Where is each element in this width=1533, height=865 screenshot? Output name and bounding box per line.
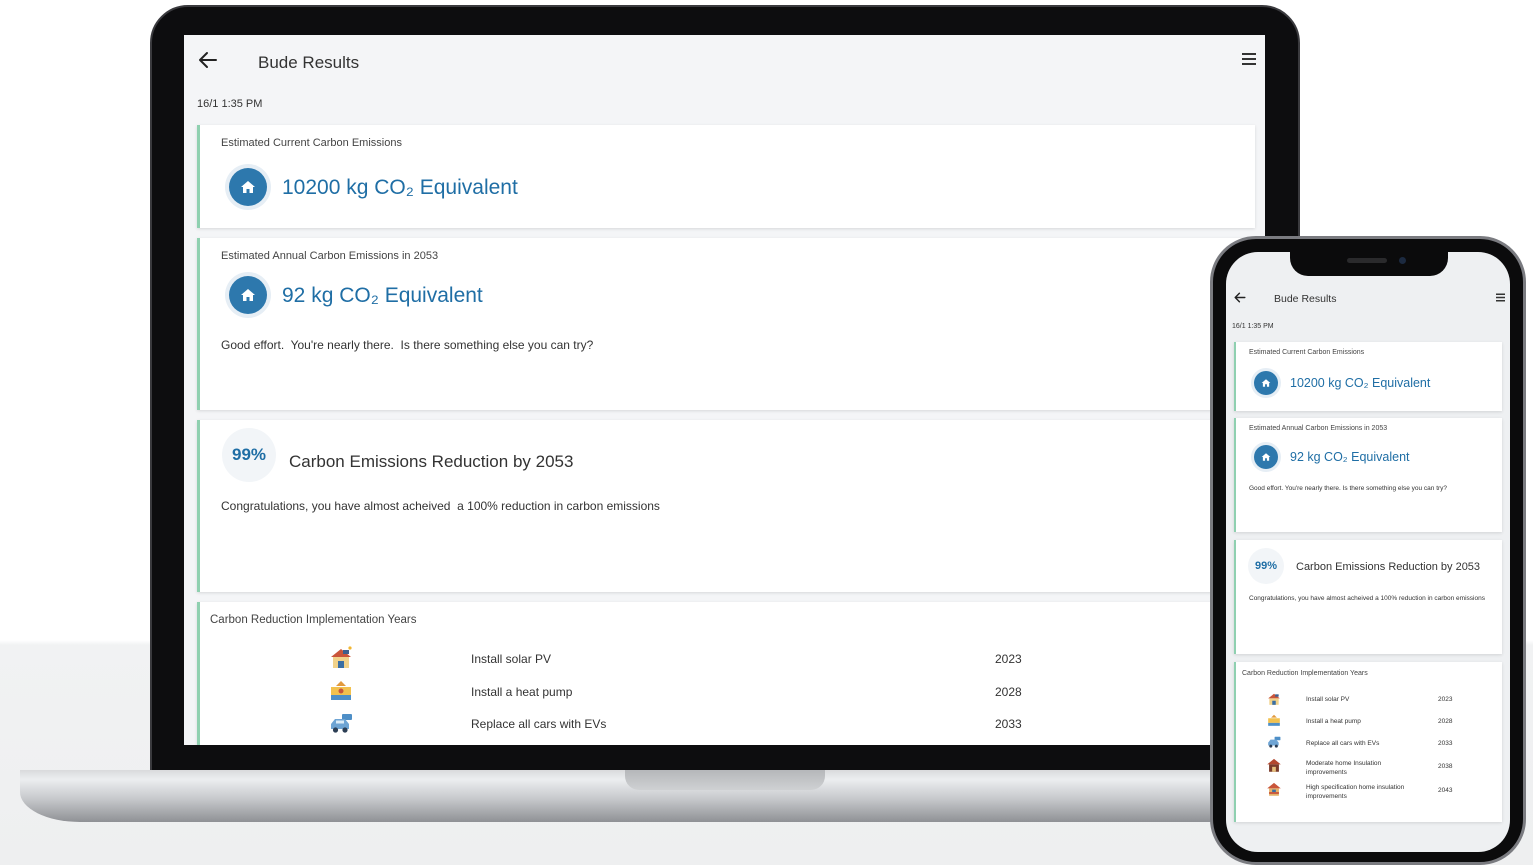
page-title: Bude Results — [1274, 293, 1337, 305]
annual-emissions-card: Estimated Annual Carbon Emissions in 205… — [197, 238, 1265, 410]
impl-action-4: Moderate home Insulation improvements — [1306, 760, 1382, 776]
reduction-card: 99% Carbon Emissions Reduction by 2053 C… — [1234, 540, 1502, 654]
current-emissions-label: Estimated Current Carbon Emissions — [221, 137, 402, 149]
result-timestamp: 16/1 1:35 PM — [197, 98, 263, 110]
insulated-house-icon — [336, 738, 348, 745]
impl-year-5: 2043 — [1438, 787, 1453, 794]
page-title: Bude Results — [258, 53, 360, 72]
impl-action-1: Install solar PV — [471, 652, 552, 666]
annual-emissions-label: Estimated Annual Carbon Emissions in 205… — [221, 250, 439, 262]
solar-house-icon — [328, 646, 354, 675]
reduction-card: 99% Carbon Emissions Reduction by 2053 C… — [197, 420, 1265, 592]
solar-house-icon — [1266, 692, 1282, 711]
hamburger-menu-icon[interactable] — [1241, 52, 1257, 66]
annual-emissions-card: Estimated Annual Carbon Emissions in 205… — [1234, 418, 1502, 532]
impl-action-2: Install a heat pump — [1306, 718, 1361, 725]
current-emissions-card: Estimated Current Carbon Emissions 10200… — [197, 125, 1255, 228]
laptop-screen: Bude Results 16/1 1:35 PM Estimated Curr… — [184, 35, 1265, 745]
impl-action-5: High specification home insulation impro… — [1306, 784, 1405, 800]
house-icon — [1254, 445, 1278, 469]
laptop-hinge-notch — [625, 770, 825, 790]
back-arrow-icon[interactable] — [1234, 292, 1246, 303]
current-emissions-card: Estimated Current Carbon Emissions 10200… — [1234, 342, 1502, 411]
hamburger-menu-icon[interactable] — [1495, 293, 1506, 302]
impl-year-2: 2028 — [1438, 718, 1453, 725]
reduction-percent-badge: 99% — [1248, 548, 1284, 584]
impl-year-4: 2038 — [1438, 763, 1453, 770]
implementation-title: Carbon Reduction Implementation Years — [1242, 670, 1368, 677]
impl-year-1: 2023 — [1438, 696, 1453, 703]
reduction-title: Carbon Emissions Reduction by 2053 — [289, 452, 574, 471]
heat-pump-icon — [328, 678, 354, 707]
impl-action-3: Replace all cars with EVs — [1306, 740, 1380, 747]
impl-action-3: Replace all cars with EVs — [471, 717, 607, 731]
ev-car-icon — [328, 711, 354, 740]
insulated-house-icon — [1266, 757, 1282, 778]
implementation-card: Carbon Reduction Implementation Years In… — [197, 602, 1265, 745]
reduction-message: Congratulations, you have almost acheive… — [221, 499, 660, 513]
house-icon — [229, 276, 267, 314]
heat-pump-icon — [1266, 713, 1282, 732]
annual-emissions-message: Good effort. You're nearly there. Is the… — [221, 338, 594, 352]
impl-year-3: 2033 — [995, 717, 1022, 731]
impl-year-1: 2023 — [995, 652, 1022, 666]
implementation-title: Carbon Reduction Implementation Years — [210, 614, 417, 626]
phone-camera — [1399, 257, 1406, 264]
house-icon — [229, 168, 267, 206]
high-spec-house-icon — [1266, 781, 1282, 802]
impl-year-2: 2028 — [995, 685, 1022, 699]
current-emissions-value: 10200 kg CO₂ Equivalent — [1290, 376, 1431, 390]
current-emissions-label: Estimated Current Carbon Emissions — [1249, 349, 1365, 356]
house-icon — [1254, 371, 1278, 395]
phone-notch — [1290, 250, 1448, 276]
annual-emissions-value: 92 kg CO₂ Equivalent — [282, 284, 483, 307]
implementation-card: Carbon Reduction Implementation Years In… — [1234, 662, 1502, 822]
impl-action-2: Install a heat pump — [471, 685, 573, 699]
annual-emissions-message: Good effort. You're nearly there. Is the… — [1249, 485, 1448, 492]
result-timestamp: 16/1 1:35 PM — [1232, 323, 1274, 330]
phone-screen: Bude Results 16/1 1:35 PM Estimated Curr… — [1226, 252, 1510, 852]
impl-year-3: 2033 — [1438, 740, 1453, 747]
back-arrow-icon[interactable] — [198, 51, 218, 69]
annual-emissions-label: Estimated Annual Carbon Emissions in 205… — [1249, 425, 1388, 432]
ev-car-icon — [1266, 735, 1282, 754]
phone-speaker — [1347, 258, 1387, 263]
reduction-percent-badge: 99% — [222, 428, 276, 482]
reduction-message: Congratulations, you have almost acheive… — [1249, 595, 1485, 602]
impl-action-1: Install solar PV — [1306, 696, 1350, 703]
current-emissions-value: 10200 kg CO₂ Equivalent — [282, 176, 518, 199]
annual-emissions-value: 92 kg CO₂ Equivalent — [1290, 450, 1410, 464]
reduction-title: Carbon Emissions Reduction by 2053 — [1296, 561, 1481, 573]
